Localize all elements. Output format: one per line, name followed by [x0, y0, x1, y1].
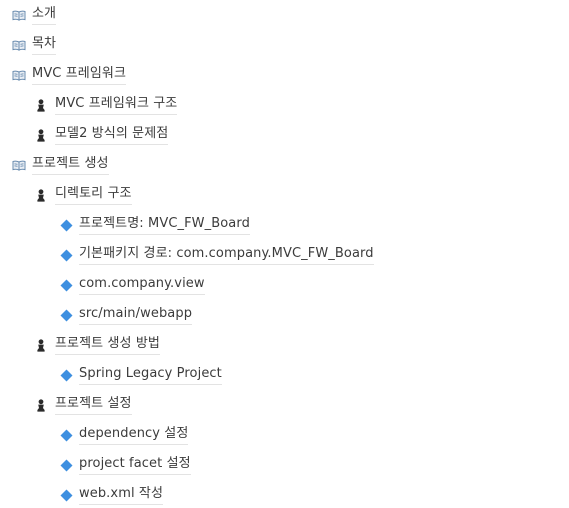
diamond-icon [60, 459, 73, 472]
diamond-icon [60, 369, 73, 382]
outline-item[interactable]: MVC 프레임워크 [12, 64, 127, 86]
outline-item[interactable]: dependency 설정 [60, 424, 189, 446]
diamond-icon [60, 249, 73, 262]
book-icon [12, 10, 26, 21]
outline-item[interactable]: 프로젝트 생성 방법 [36, 334, 160, 356]
outline-item-label[interactable]: 프로젝트 설정 [55, 395, 132, 415]
outline-item-label[interactable]: 프로젝트명: MVC_FW_Board [79, 215, 250, 235]
outline-item-label[interactable]: 모델2 방식의 문제점 [55, 125, 169, 145]
outline-item[interactable]: 소개 [12, 4, 57, 26]
person-icon [36, 338, 46, 352]
outline-item[interactable]: web.xml 작성 [60, 484, 164, 506]
book-icon [12, 160, 26, 171]
diamond-icon [60, 309, 73, 322]
outline-item[interactable]: 목차 [12, 34, 57, 56]
outline-item[interactable]: project facet 설정 [60, 454, 191, 476]
diamond-icon [60, 429, 73, 442]
person-icon [36, 128, 46, 142]
outline-item-label[interactable]: src/main/webapp [79, 305, 193, 325]
outline-item[interactable]: 프로젝트 생성 [12, 154, 109, 176]
outline-item[interactable]: 기본패키지 경로: com.company.MVC_FW_Board [60, 244, 374, 266]
outline-item-label[interactable]: 프로젝트 생성 방법 [55, 335, 160, 355]
outline-item-label[interactable]: MVC 프레임워크 [32, 65, 127, 85]
outline-item-label[interactable]: MVC 프레임워크 구조 [55, 95, 178, 115]
outline-item-label[interactable]: 목차 [32, 35, 57, 55]
outline-item-label[interactable]: 소개 [32, 5, 57, 25]
diamond-icon [60, 219, 73, 232]
diamond-icon [60, 279, 73, 292]
diamond-icon [60, 489, 73, 502]
outline-item-label[interactable]: 기본패키지 경로: com.company.MVC_FW_Board [79, 245, 374, 265]
person-icon [36, 398, 46, 412]
outline-item[interactable]: com.company.view [60, 274, 205, 296]
outline-item[interactable]: src/main/webapp [60, 304, 193, 326]
outline-item[interactable]: MVC 프레임워크 구조 [36, 94, 178, 116]
person-icon [36, 98, 46, 112]
outline-item-label[interactable]: com.company.view [79, 275, 205, 295]
person-icon [36, 188, 46, 202]
outline-item-label[interactable]: web.xml 작성 [79, 485, 164, 505]
outline-item-label[interactable]: dependency 설정 [79, 425, 189, 445]
outline-item[interactable]: 프로젝트 설정 [36, 394, 132, 416]
outline-item-label[interactable]: 디렉토리 구조 [55, 185, 132, 205]
outline-item[interactable]: 모델2 방식의 문제점 [36, 124, 169, 146]
outline-item-label[interactable]: 프로젝트 생성 [32, 155, 109, 175]
outline-item[interactable]: 디렉토리 구조 [36, 184, 132, 206]
book-icon [12, 40, 26, 51]
outline-item[interactable]: 프로젝트명: MVC_FW_Board [60, 214, 250, 236]
outline-item-label[interactable]: project facet 설정 [79, 455, 191, 475]
outline-item-label[interactable]: Spring Legacy Project [79, 365, 222, 385]
book-icon [12, 70, 26, 81]
outline-item[interactable]: Spring Legacy Project [60, 364, 222, 386]
